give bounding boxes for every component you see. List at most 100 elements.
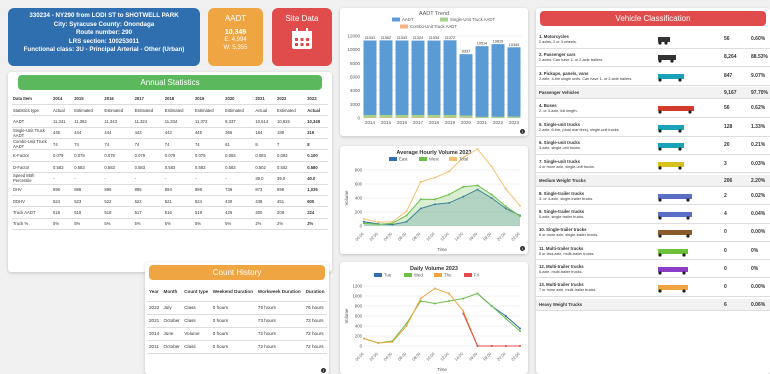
bar-single-unit[interactable] bbox=[491, 116, 505, 118]
y-tick-label: 6000 bbox=[350, 75, 361, 80]
table-cell: 365 bbox=[225, 130, 233, 136]
data-point[interactable] bbox=[490, 165, 493, 168]
bar-combo-unit[interactable] bbox=[443, 117, 457, 118]
data-point[interactable] bbox=[419, 198, 422, 201]
bar-aadt[interactable] bbox=[459, 54, 473, 118]
annual-statistics-table: Data Item 2014 2015 2016 2017 2018 2019 2020 202… bbox=[12, 93, 328, 230]
series-line-fri[interactable] bbox=[462, 313, 520, 347]
y-tick-label: 1200 bbox=[352, 284, 362, 289]
data-point[interactable] bbox=[448, 292, 451, 295]
legend-label[interactable]: Fri bbox=[474, 273, 479, 278]
vehicle-class-description: 2-axle, 6-tire, (dual rear tires), singl… bbox=[539, 127, 620, 132]
bar-aadt[interactable] bbox=[363, 40, 377, 118]
bar-aadt[interactable] bbox=[427, 40, 441, 119]
x-tick-label: 22:00 bbox=[510, 231, 521, 242]
table-cell: 11,334 bbox=[164, 118, 178, 124]
data-point[interactable] bbox=[519, 345, 521, 347]
data-point[interactable] bbox=[519, 327, 521, 330]
data-point[interactable] bbox=[433, 287, 436, 290]
bar-combo-unit[interactable] bbox=[363, 117, 377, 118]
bar-aadt[interactable] bbox=[395, 40, 409, 118]
legend-label[interactable]: Tue bbox=[384, 273, 392, 278]
data-point[interactable] bbox=[377, 223, 380, 226]
data-point[interactable] bbox=[448, 193, 451, 196]
data-point[interactable] bbox=[448, 170, 451, 173]
bar-single-unit[interactable] bbox=[475, 116, 489, 118]
data-point[interactable] bbox=[504, 317, 507, 320]
data-point[interactable] bbox=[490, 193, 493, 196]
data-point[interactable] bbox=[504, 345, 507, 347]
data-point[interactable] bbox=[504, 205, 507, 208]
data-point[interactable] bbox=[405, 214, 408, 217]
legend-label[interactable]: East bbox=[399, 157, 408, 162]
site-data-button[interactable]: Site Data bbox=[272, 8, 332, 66]
table-cell: 517 bbox=[134, 210, 142, 216]
vehicle-class-name: 4. Buses bbox=[539, 103, 557, 109]
bar-aadt[interactable] bbox=[507, 47, 521, 119]
x-tick-label: 10:00 bbox=[425, 231, 436, 242]
data-point[interactable] bbox=[433, 302, 436, 305]
data-point[interactable] bbox=[462, 297, 465, 300]
annual-header-cell: 2020 bbox=[225, 95, 235, 101]
info-icon[interactable]: i bbox=[520, 246, 525, 251]
table-cell: Estimated bbox=[134, 107, 154, 113]
legend-label[interactable]: Single-Unit Truck AADT bbox=[450, 17, 496, 22]
data-point[interactable] bbox=[519, 215, 521, 218]
data-point[interactable] bbox=[504, 187, 507, 190]
legend-label[interactable]: Combo-Unit Truck AADT bbox=[410, 24, 457, 29]
data-point[interactable] bbox=[419, 180, 422, 183]
data-point[interactable] bbox=[377, 221, 380, 224]
data-point[interactable] bbox=[363, 337, 365, 340]
data-point[interactable] bbox=[363, 222, 365, 225]
bar-aadt[interactable] bbox=[491, 44, 505, 118]
bar-combo-unit[interactable] bbox=[411, 117, 425, 118]
data-point[interactable] bbox=[462, 312, 465, 315]
data-point[interactable] bbox=[363, 218, 365, 220]
bar-aadt[interactable] bbox=[411, 40, 425, 118]
data-point[interactable] bbox=[476, 184, 479, 187]
data-point[interactable] bbox=[448, 300, 451, 302]
series-line-thu[interactable] bbox=[363, 287, 520, 347]
legend-label[interactable]: AADT bbox=[402, 17, 414, 22]
legend-label[interactable]: Wed bbox=[414, 273, 423, 278]
legend-label[interactable]: Thu bbox=[444, 273, 452, 278]
table-cell: 74 bbox=[53, 141, 58, 147]
vehicle-class-count: 0 bbox=[724, 229, 727, 236]
data-point[interactable] bbox=[433, 198, 436, 201]
data-point[interactable] bbox=[391, 341, 394, 343]
list-item: 8. Single-trailer trucks 3- or 4-axle, si… bbox=[536, 189, 770, 206]
data-point[interactable] bbox=[490, 345, 493, 347]
data-point[interactable] bbox=[476, 292, 479, 295]
info-icon[interactable]: i bbox=[520, 129, 525, 134]
semi-icon bbox=[658, 230, 692, 238]
series-line-wed[interactable] bbox=[363, 292, 521, 344]
data-point[interactable] bbox=[476, 148, 479, 150]
legend-label[interactable]: West bbox=[429, 157, 440, 162]
data-point[interactable] bbox=[462, 185, 465, 188]
data-point[interactable] bbox=[490, 305, 493, 307]
data-point[interactable] bbox=[519, 330, 521, 332]
data-point[interactable] bbox=[462, 310, 465, 312]
info-icon[interactable]: i bbox=[321, 368, 326, 373]
bar-single-unit[interactable] bbox=[507, 116, 521, 118]
data-point[interactable] bbox=[433, 176, 436, 179]
bar-combo-unit[interactable] bbox=[427, 117, 441, 118]
bar-aadt[interactable] bbox=[379, 40, 393, 118]
x-tick-label: 2016 bbox=[397, 120, 408, 125]
data-point[interactable] bbox=[377, 342, 380, 344]
legend-label[interactable]: Total bbox=[459, 157, 468, 162]
data-point[interactable] bbox=[419, 297, 422, 300]
vehicle-class-description: 7 or more axle, multi-trailer trucks. bbox=[539, 288, 597, 293]
data-point[interactable] bbox=[504, 315, 507, 317]
data-point[interactable] bbox=[391, 220, 394, 223]
data-point[interactable] bbox=[519, 204, 521, 207]
bar-combo-unit[interactable] bbox=[395, 117, 409, 118]
station-info-card: 330234 - NY290 from LODI ST to SHOTWELL … bbox=[8, 8, 200, 66]
data-point[interactable] bbox=[405, 325, 408, 327]
bar-combo-unit[interactable] bbox=[379, 117, 393, 118]
bar-aadt[interactable] bbox=[443, 40, 457, 118]
data-point[interactable] bbox=[405, 210, 408, 213]
data-point[interactable] bbox=[476, 345, 479, 347]
bar-aadt[interactable] bbox=[475, 46, 489, 118]
x-tick-label: 2020 bbox=[461, 120, 472, 125]
